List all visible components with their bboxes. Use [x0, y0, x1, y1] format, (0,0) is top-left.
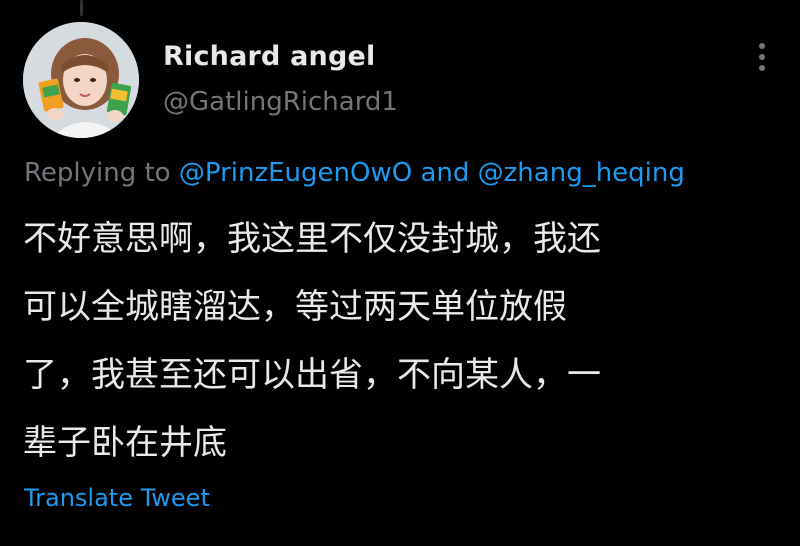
mention-link-zhang-heqing[interactable]: @zhang_heqing	[478, 158, 685, 188]
thread-connector-line	[80, 0, 83, 16]
tweet-text-line: 不好意思啊，我这里不仅没封城，我还	[23, 219, 601, 259]
mention-link-prinzeugen[interactable]: @PrinzEugenOwO	[179, 158, 412, 188]
avatar-photo	[23, 22, 139, 138]
replying-to-line: Replying to @PrinzEugenOwO and @zhang_he…	[24, 158, 685, 188]
tweet-text-line: 辈子卧在井底	[23, 423, 227, 463]
avatar[interactable]	[23, 22, 139, 138]
more-horizontal-icon[interactable]	[750, 40, 774, 76]
tweet-text-line: 了，我甚至还可以出省，不向某人，一	[23, 355, 601, 395]
mention-conjunction[interactable]: and	[420, 158, 469, 188]
tweet-text: 不好意思啊，我这里不仅没封城，我还 可以全城瞎溜达，等过两天单位放假 了，我甚至…	[23, 205, 783, 477]
replying-to-label: Replying to	[24, 158, 171, 188]
translate-tweet-link[interactable]: Translate Tweet	[24, 484, 210, 512]
author-display-name[interactable]: Richard angel	[163, 41, 375, 72]
author-handle[interactable]: @GatlingRichard1	[163, 87, 398, 117]
tweet-text-line: 可以全城瞎溜达，等过两天单位放假	[23, 287, 567, 327]
